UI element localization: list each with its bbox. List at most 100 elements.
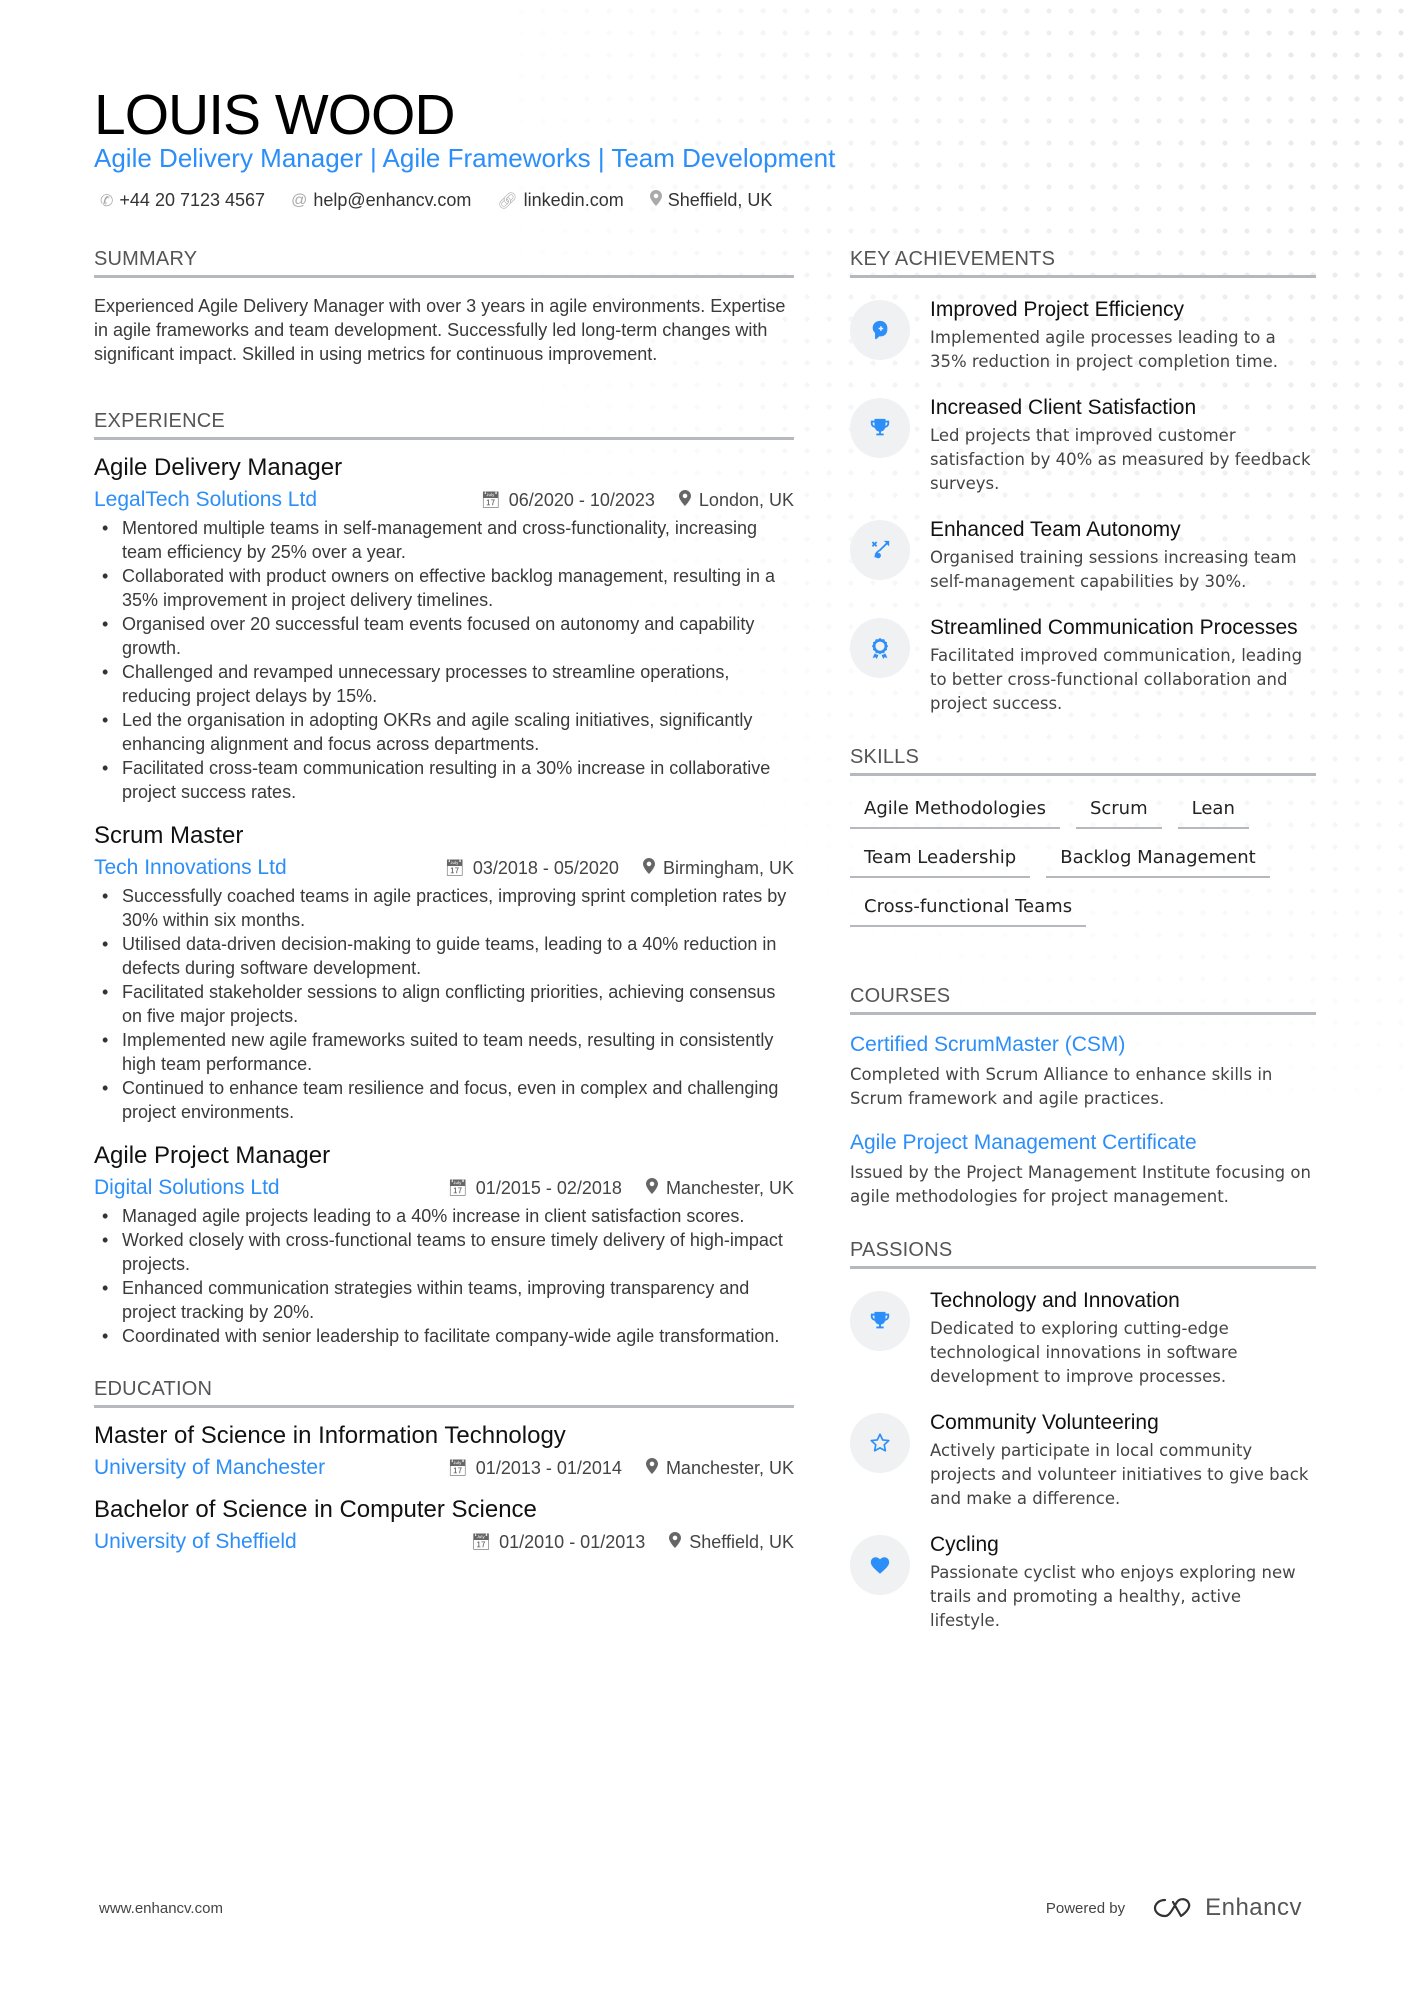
summary-section: SUMMARY Experienced Agile Delivery Manag… [94, 248, 794, 366]
trophy-icon [850, 398, 910, 458]
course-title[interactable]: Certified ScrumMaster (CSM) [850, 1033, 1316, 1057]
job-meta: Digital Solutions Ltd 📅︎ 01/2015 - 02/20… [94, 1176, 794, 1200]
education-location: Manchester, UK [645, 1457, 794, 1479]
link-icon: 🔗︎ [497, 192, 518, 210]
achievement-item: Enhanced Team Autonomy Organised trainin… [850, 518, 1316, 594]
section-title: COURSES [850, 985, 1316, 1015]
job-meta-right: 📅︎ 01/2015 - 02/2018 Manchester, UK [447, 1177, 794, 1199]
section-title: SKILLS [850, 746, 1316, 776]
achievement-body: Enhanced Team Autonomy Organised trainin… [930, 518, 1316, 594]
bullet-item: Facilitated cross-team communication res… [94, 756, 794, 804]
job-title: Agile Delivery Manager [94, 454, 343, 481]
contact-phone[interactable]: ✆ +44 20 7123 4567 [100, 190, 265, 211]
calendar-icon: 📅︎ [480, 492, 501, 509]
achievement-item: Improved Project Efficiency Implemented … [850, 298, 1316, 374]
achievement-item: Streamlined Communication Processes Faci… [850, 616, 1316, 716]
school-name[interactable]: University of Manchester [94, 1456, 325, 1480]
job-title: Scrum Master [94, 822, 244, 849]
contact-email-text: help@enhancv.com [313, 190, 472, 210]
dates-text: 06/2020 - 10/2023 [508, 489, 655, 510]
footer-website[interactable]: www.enhancv.com [99, 1900, 223, 1917]
education-meta-right: 📅︎ 01/2010 - 01/2013 Sheffield, UK [471, 1531, 794, 1553]
passion-body: Community Volunteering Actively particip… [930, 1411, 1316, 1511]
job-meta-right: 📅︎ 03/2018 - 05/2020 Birmingham, UK [445, 857, 794, 879]
head-brain-icon [850, 300, 910, 360]
achievement-title: Increased Client Satisfaction [930, 396, 1197, 419]
skill-tag: Scrum [1075, 794, 1162, 829]
job-location: Manchester, UK [645, 1177, 794, 1199]
course-desc: Issued by the Project Management Institu… [850, 1163, 1311, 1206]
job-title: Agile Project Manager [94, 1142, 331, 1169]
achievement-desc: Organised training sessions increasing t… [930, 548, 1297, 591]
passion-desc: Passionate cyclist who enjoys exploring … [930, 1563, 1296, 1630]
job-dates: 📅︎ 06/2020 - 10/2023 [480, 490, 654, 511]
job-location: Birmingham, UK [642, 857, 794, 879]
course-desc: Completed with Scrum Alliance to enhance… [850, 1065, 1273, 1108]
job-entry: Agile Delivery Manager LegalTech Solutio… [94, 454, 794, 804]
job-meta: LegalTech Solutions Ltd 📅︎ 06/2020 - 10/… [94, 488, 794, 512]
education-meta: University of Manchester 📅︎ 01/2013 - 01… [94, 1456, 794, 1480]
bullet-item: Successfully coached teams in agile prac… [94, 884, 794, 932]
passion-item: Technology and Innovation Dedicated to e… [850, 1289, 1316, 1389]
location-pin-icon [645, 1457, 658, 1479]
bullet-item: Mentored multiple teams in self-manageme… [94, 516, 794, 564]
achievement-body: Improved Project Efficiency Implemented … [930, 298, 1316, 374]
skill-tag: Lean [1177, 794, 1249, 829]
contact-email[interactable]: @ help@enhancv.com [291, 190, 471, 211]
candidate-headline: Agile Delivery Manager | Agile Framework… [94, 143, 836, 173]
location-pin-icon [678, 489, 691, 511]
contact-location: Sheffield, UK [649, 190, 772, 211]
resume-page: LOUIS WOOD Agile Delivery Manager | Agil… [0, 0, 1410, 1995]
contact-linkedin[interactable]: 🔗︎ linkedin.com [497, 190, 623, 211]
achievement-title: Streamlined Communication Processes [930, 616, 1298, 639]
courses-section: COURSES Certified ScrumMaster (CSM) Comp… [850, 985, 1316, 1209]
section-title: SUMMARY [94, 248, 794, 278]
contact-bar: ✆ +44 20 7123 4567 @ help@enhancv.com 🔗︎… [100, 190, 772, 211]
enhancv-logo-icon [1153, 1898, 1191, 1918]
enhancv-logo[interactable]: Enhancv [1151, 1894, 1302, 1922]
job-dates: 📅︎ 03/2018 - 05/2020 [445, 858, 619, 879]
company-name[interactable]: LegalTech Solutions Ltd [94, 488, 317, 512]
bullet-item: Organised over 20 successful team events… [94, 612, 794, 660]
dates-text: 01/2013 - 01/2014 [475, 1457, 622, 1478]
skills-section: SKILLS Agile Methodologies Scrum Lean Te… [850, 746, 1316, 927]
job-dates: 📅︎ 01/2015 - 02/2018 [447, 1178, 621, 1199]
education-dates: 📅︎ 01/2010 - 01/2013 [471, 1532, 645, 1553]
achievement-title: Improved Project Efficiency [930, 298, 1185, 321]
job-meta-right: 📅︎ 06/2020 - 10/2023 London, UK [480, 489, 794, 511]
education-location: Sheffield, UK [669, 1531, 794, 1553]
education-meta-right: 📅︎ 01/2013 - 01/2014 Manchester, UK [447, 1457, 794, 1479]
location-text: Birmingham, UK [662, 857, 794, 878]
achievement-body: Increased Client Satisfaction Led projec… [930, 396, 1316, 496]
brand-name: Enhancv [1205, 1894, 1302, 1921]
education-meta: University of Sheffield 📅︎ 01/2010 - 01/… [94, 1530, 794, 1554]
passion-body: Cycling Passionate cyclist who enjoys ex… [930, 1533, 1316, 1633]
bullet-item: Coordinated with senior leadership to fa… [94, 1324, 794, 1348]
education-section: EDUCATION Master of Science in Informati… [94, 1378, 794, 1554]
job-bullets: Successfully coached teams in agile prac… [94, 884, 794, 1124]
company-name[interactable]: Digital Solutions Ltd [94, 1176, 280, 1200]
degree-title: Bachelor of Science in Computer Science [94, 1496, 537, 1523]
location-text: London, UK [698, 489, 794, 510]
degree-title: Master of Science in Information Technol… [94, 1422, 566, 1449]
left-column: SUMMARY Experienced Agile Delivery Manag… [94, 248, 794, 1570]
section-title: PASSIONS [850, 1239, 1316, 1269]
phone-icon: ✆ [100, 192, 114, 210]
calendar-icon: 📅︎ [444, 860, 465, 877]
skill-tag: Cross-functional Teams [850, 892, 1087, 927]
passion-desc: Actively participate in local community … [930, 1441, 1309, 1508]
passion-title: Cycling [930, 1533, 999, 1556]
contact-linkedin-text: linkedin.com [523, 190, 624, 210]
location-pin-icon [669, 1531, 682, 1553]
achievement-title: Enhanced Team Autonomy [930, 518, 1181, 541]
job-entry: Scrum Master Tech Innovations Ltd 📅︎ 03/… [94, 822, 794, 1124]
education-entry: Master of Science in Information Technol… [94, 1422, 794, 1480]
passion-item: Community Volunteering Actively particip… [850, 1411, 1316, 1511]
school-name[interactable]: University of Sheffield [94, 1530, 297, 1554]
course-item: Agile Project Management Certificate Iss… [850, 1131, 1316, 1209]
course-title[interactable]: Agile Project Management Certificate [850, 1131, 1316, 1155]
right-column: KEY ACHIEVEMENTS Improved Project Effici… [850, 248, 1316, 1655]
bullet-item: Worked closely with cross-functional tea… [94, 1228, 794, 1276]
passion-item: Cycling Passionate cyclist who enjoys ex… [850, 1533, 1316, 1633]
company-name[interactable]: Tech Innovations Ltd [94, 856, 287, 880]
